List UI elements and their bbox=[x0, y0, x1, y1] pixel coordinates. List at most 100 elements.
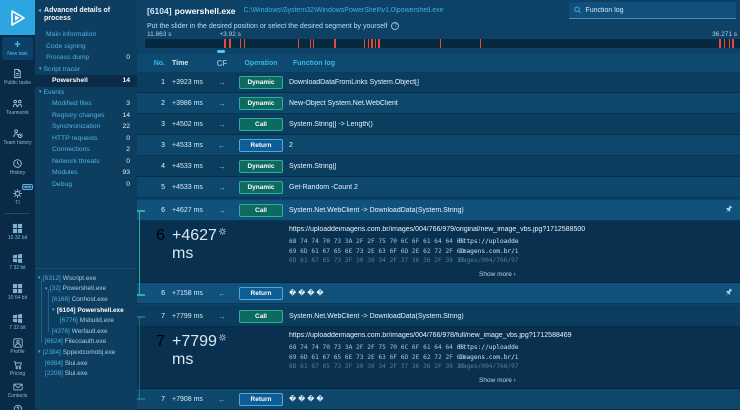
anyrun-logo[interactable] bbox=[0, 0, 35, 35]
panel-item-process-dump[interactable]: Process dump0 bbox=[35, 52, 137, 64]
panel-item-registry-changes[interactable]: Registry changes14 bbox=[35, 110, 137, 122]
tree-item-powershell-6104[interactable]: ▾[6104]Powershell.exe bbox=[35, 305, 137, 316]
sidebar-item-history[interactable]: History bbox=[0, 154, 35, 180]
panel-item-synchronization[interactable]: Synchronization22 bbox=[35, 121, 137, 133]
chevron-down-icon: ▾ bbox=[39, 66, 42, 72]
panel-item-main-information[interactable]: Main information bbox=[35, 29, 137, 41]
panel-item-http-requests[interactable]: HTTP requests0 bbox=[35, 133, 137, 145]
timeline-event-tick bbox=[310, 39, 312, 48]
operation-badge: Dynamic bbox=[239, 76, 283, 89]
panel-section-script-tracer[interactable]: ▾Script tracer bbox=[35, 64, 137, 76]
table-row[interactable]: 7 +7799 ms → Call System.Net.WebClient -… bbox=[137, 306, 740, 327]
table-row-selected[interactable]: 6 +7158 ms ← Return � � � � bbox=[137, 283, 740, 304]
timeline-end-label: 36.271 s bbox=[712, 31, 737, 38]
sidebar-bottom-group: Profile Pricing Contacts FAQ Log Out bbox=[0, 335, 35, 410]
app-window: + New task Public tasks Teamwork Team hi… bbox=[0, 0, 740, 410]
panel-item-connections[interactable]: Connections2 bbox=[35, 144, 137, 156]
timeline-event-tick bbox=[724, 39, 726, 48]
sidebar-item-faq[interactable]: FAQ bbox=[0, 402, 35, 410]
panel-item-modules[interactable]: Modules93 bbox=[35, 167, 137, 179]
operation-badge: Return bbox=[239, 139, 283, 152]
call-return-bracket bbox=[137, 398, 145, 400]
panel-item-code-signing[interactable]: Code signing bbox=[35, 41, 137, 53]
sidebar-item-profile[interactable]: Profile bbox=[0, 336, 35, 357]
people-icon bbox=[12, 98, 23, 109]
tree-item-filecoauth[interactable]: [6624]Filecoauth.exe bbox=[35, 337, 137, 348]
help-icon[interactable]: ? bbox=[391, 22, 399, 30]
gear-icon bbox=[218, 227, 227, 236]
sidebar-item-os-10-32[interactable]: 10 32 bit bbox=[0, 219, 35, 245]
table-row[interactable]: 3 +4502 ms → Call System.String[] -> Len… bbox=[137, 114, 740, 135]
process-name: powershell.exe bbox=[175, 6, 236, 16]
timeline-event-tick bbox=[371, 39, 373, 48]
col-cf: CF bbox=[209, 59, 235, 68]
search-box[interactable] bbox=[569, 2, 736, 19]
tree-connector bbox=[48, 289, 49, 332]
tree-item-powershell-32[interactable]: ▾[32]Powershell.exe bbox=[35, 284, 137, 295]
sidebar-item-os-7-32[interactable]: 7 32 bit bbox=[0, 249, 35, 275]
sidebar-item-teamwork[interactable]: Teamwork bbox=[0, 94, 35, 120]
operation-badge: Call bbox=[239, 118, 283, 131]
table-row[interactable]: 3 +4533 ms ← Return 2 bbox=[137, 135, 740, 156]
collapse-panel-icon[interactable]: ◂ bbox=[38, 7, 41, 15]
cf-forward-arrow: → bbox=[209, 99, 235, 108]
panel-item-network-threats[interactable]: Network threats0 bbox=[35, 156, 137, 168]
search-icon bbox=[574, 6, 581, 14]
cf-forward-arrow: → bbox=[209, 183, 235, 192]
table-row[interactable]: 1 +3923 ms → Dynamic DownloadDataFromLin… bbox=[137, 72, 740, 93]
table-row-detail[interactable]: 7 +7799 ms https://uploaddeimagens.com.b… bbox=[137, 327, 740, 389]
cf-forward-arrow: → bbox=[209, 312, 235, 321]
pin-icon[interactable] bbox=[724, 288, 733, 297]
slider-hint-row: Put the slider in the desired position o… bbox=[137, 19, 740, 30]
timeline-event-tick bbox=[313, 39, 315, 48]
timeline-bar[interactable] bbox=[145, 39, 740, 48]
tree-item-slui-6984[interactable]: [6984]Slui.exe bbox=[35, 358, 137, 369]
sidebar-item-team-history[interactable]: Team history bbox=[0, 124, 35, 150]
profile-icon bbox=[13, 338, 23, 348]
sidebar-item-pricing[interactable]: Pricing bbox=[0, 358, 35, 379]
new-task-label: New task bbox=[7, 51, 28, 57]
timeline-event-tick bbox=[375, 39, 377, 48]
timeline-event-tick bbox=[334, 39, 336, 48]
cf-forward-arrow: → bbox=[209, 78, 235, 87]
windows10-icon bbox=[12, 223, 23, 234]
call-return-bracket bbox=[137, 294, 145, 296]
sidebar-item-contacts[interactable]: Contacts bbox=[0, 380, 35, 401]
timeline-cursor-label: +3.92 s bbox=[219, 31, 241, 38]
operation-badge: Dynamic bbox=[239, 181, 283, 194]
timeline-event-tick bbox=[229, 39, 231, 48]
show-more-link[interactable]: Show more › bbox=[479, 271, 740, 278]
table-row-selected[interactable]: 6 +4627 ms → Call System.Net.WebClient -… bbox=[137, 200, 740, 221]
sidebar-item-os-7-32b[interactable]: 7 32 bit bbox=[0, 309, 35, 335]
tree-item-conhost[interactable]: [6168]Conhost.exe bbox=[35, 294, 137, 305]
timeline-slider-thumb[interactable] bbox=[217, 50, 225, 53]
panel-section-events[interactable]: ▾Events bbox=[35, 87, 137, 99]
table-row-detail[interactable]: 6 +4627 ms https://uploaddeimagens.com.b… bbox=[137, 221, 740, 283]
sidebar-item-public-tasks[interactable]: Public tasks bbox=[0, 64, 35, 90]
tree-item-werfault[interactable]: [4376]Werfault.exe bbox=[35, 326, 137, 337]
table-row[interactable]: 7 +7908 ms ← Return � � � � bbox=[137, 389, 740, 410]
windows7-icon bbox=[12, 253, 23, 264]
call-return-bracket bbox=[139, 316, 140, 399]
main-content: [6104] powershell.exe C:\Windows\System3… bbox=[137, 0, 740, 410]
pin-icon[interactable] bbox=[724, 205, 733, 214]
new-task-button[interactable]: + New task bbox=[2, 37, 33, 60]
table-row[interactable]: 5 +4533 ms → Dynamic Get-Random -Count 2 bbox=[137, 177, 740, 198]
search-input[interactable] bbox=[585, 7, 731, 14]
tree-item-slui-2208[interactable]: [2208]Slui.exe bbox=[35, 368, 137, 379]
panel-item-debug[interactable]: Debug0 bbox=[35, 179, 137, 191]
url-value: https://uploaddeimagens.com.br/images/00… bbox=[289, 226, 740, 233]
operation-badge: Call bbox=[239, 204, 283, 217]
sidebar-item-ti[interactable]: new TI bbox=[0, 184, 35, 210]
panel-item-modified-files[interactable]: Modified files3 bbox=[35, 98, 137, 110]
show-more-link[interactable]: Show more › bbox=[479, 377, 740, 384]
sidebar-item-os-10-64[interactable]: 10 64 bit bbox=[0, 279, 35, 305]
tree-item-msbuild[interactable]: [6776]Msbuild.exe bbox=[35, 315, 137, 326]
tree-item-sppextcomobj[interactable]: ▾[2384]Sppextcomobj.exe bbox=[35, 347, 137, 358]
table-row[interactable]: 2 +3986 ms → Dynamic New-Object System.N… bbox=[137, 93, 740, 114]
process-pid: [6104] bbox=[147, 6, 172, 16]
tree-item-wscript[interactable]: ▾[6312]Wscript.exe bbox=[35, 273, 137, 284]
table-row[interactable]: 4 +4533 ms → Dynamic System.String[] bbox=[137, 156, 740, 177]
cf-forward-arrow: → bbox=[209, 120, 235, 129]
panel-item-powershell[interactable]: Powershell14 bbox=[35, 75, 137, 87]
